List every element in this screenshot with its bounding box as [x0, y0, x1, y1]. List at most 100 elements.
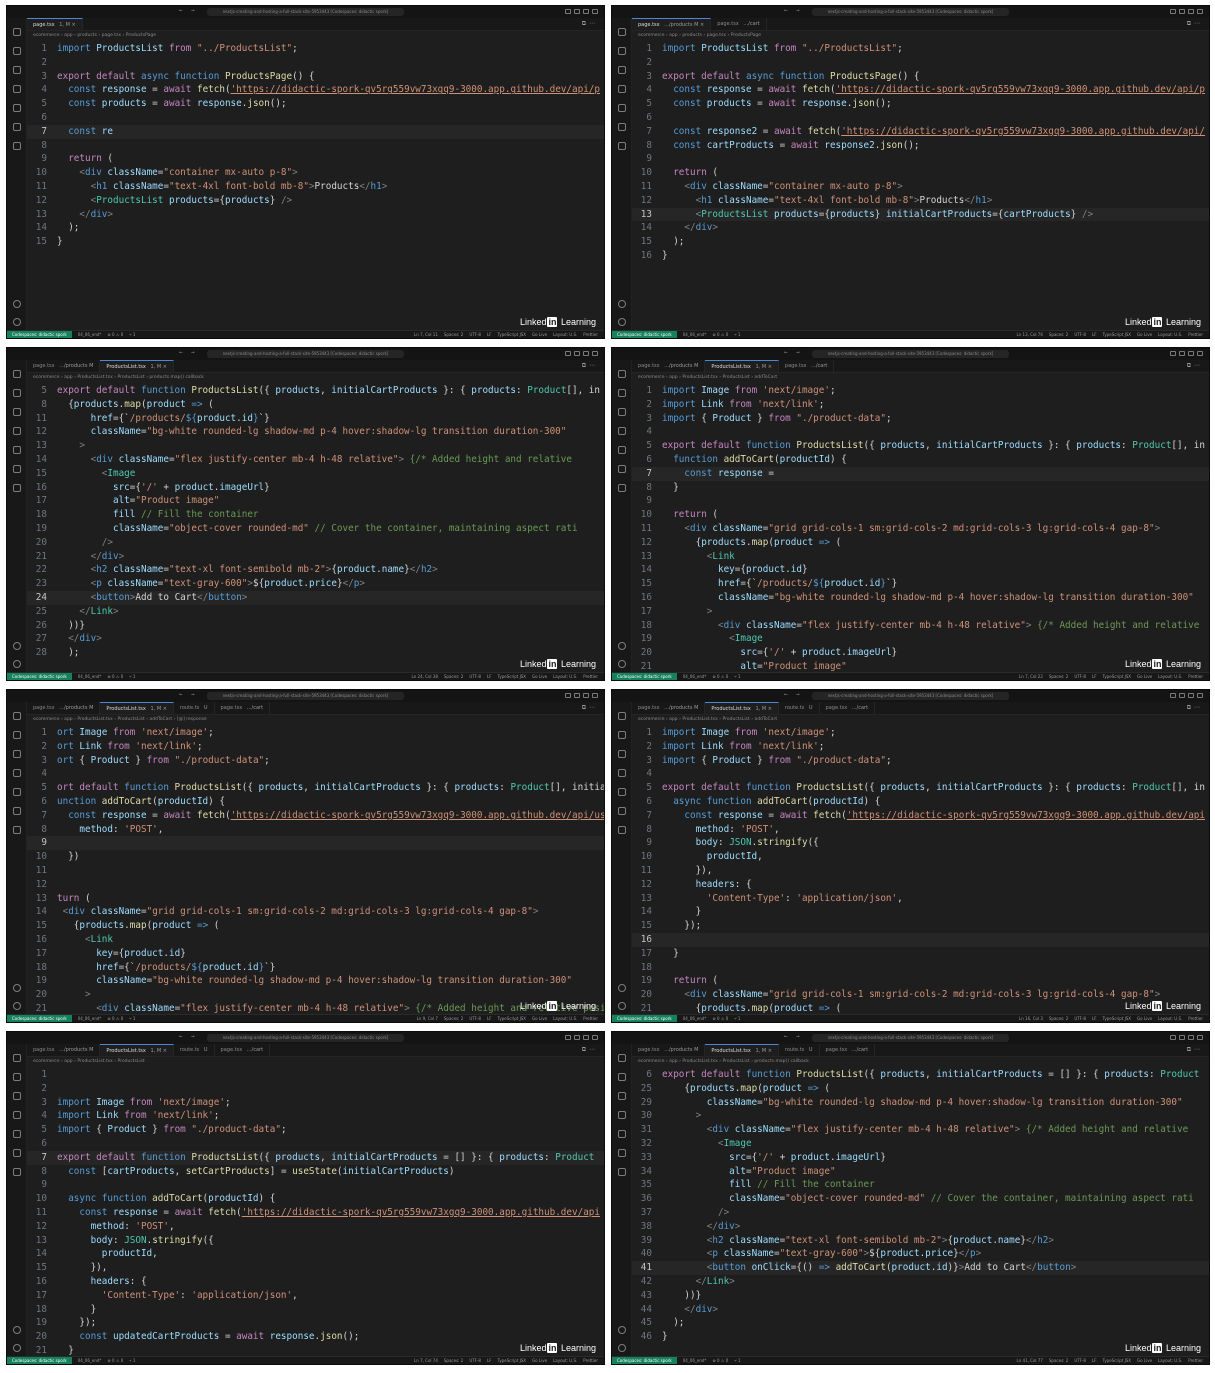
line-ending[interactable]: LF	[487, 1357, 492, 1364]
code-line[interactable]: 1 import ProductsList from "../ProductsLi…	[27, 42, 604, 56]
line-ending[interactable]: LF	[1092, 1357, 1097, 1364]
forward-arrow-icon[interactable]: →	[796, 7, 800, 14]
code-line[interactable]: 2 import Link from 'next/link';	[632, 398, 1209, 412]
code-line[interactable]: 12	[27, 878, 604, 892]
code-line[interactable]: 3 export default async function ProductsP…	[632, 70, 1209, 84]
indentation[interactable]: Spaces: 2	[444, 1357, 463, 1364]
settings-gear-icon[interactable]	[618, 1344, 626, 1352]
code-line[interactable]: 12 className="bg-white rounded-lg shadow…	[27, 425, 604, 439]
split-editor-icon[interactable]: ⧉	[1187, 20, 1194, 27]
ports-indicator[interactable]: ⑂ 1	[734, 673, 740, 680]
tab-status[interactable]: U	[809, 1047, 813, 1053]
code-line[interactable]: 3 import Image from 'next/image';	[27, 1096, 604, 1110]
code-line[interactable]: 5 import { Product } from "./product-data…	[27, 1123, 604, 1137]
back-arrow-icon[interactable]: ←	[784, 7, 788, 14]
code-line[interactable]: 29 className="bg-white rounded-lg shadow…	[632, 1096, 1209, 1110]
tab-status[interactable]: .../cart	[852, 1047, 868, 1053]
code-line[interactable]: 3 import { Product } from "./product-data…	[632, 754, 1209, 768]
code-line[interactable]: 20 <div className="grid grid-cols-1 sm:g…	[632, 988, 1209, 1002]
toggle-secondary-sidebar-icon[interactable]	[1179, 351, 1185, 356]
editor-tab[interactable]: page.tsx .../cart	[820, 1044, 876, 1056]
remote-explorer-icon[interactable]	[13, 123, 21, 131]
source-control-icon[interactable]	[13, 408, 21, 416]
branch-indicator[interactable]: 04_06_end*	[683, 673, 707, 680]
indentation[interactable]: Spaces: 2	[444, 1015, 463, 1022]
encoding[interactable]: UTF-8	[1074, 1357, 1086, 1364]
editor-tab[interactable]: ProductsList.tsx 1, M ×	[705, 360, 779, 372]
editor-tab[interactable]: ProductsList.tsx 1, M ×	[100, 702, 174, 714]
code-line[interactable]: 15 <Image	[27, 467, 604, 481]
testing-icon[interactable]	[618, 142, 626, 150]
code-line[interactable]: 14 <div className="grid grid-cols-1 sm:g…	[27, 905, 604, 919]
go-live-button[interactable]: Go Live	[1137, 331, 1152, 338]
code-line[interactable]: 14 productId,	[27, 1247, 604, 1261]
cursor-position[interactable]: Ln 41, Col 77	[1016, 1357, 1042, 1364]
breadcrumb[interactable]: ecommerce › app › products › page.tsx › …	[27, 31, 604, 40]
editor-tab[interactable]: ProductsList.tsx 1, M ×	[100, 360, 174, 372]
source-control-icon[interactable]	[618, 408, 626, 416]
testing-icon[interactable]	[13, 484, 21, 492]
code-line[interactable]: 13 >	[27, 439, 604, 453]
code-editor[interactable]: 1 2 3 import Image from 'next/image'; 4 impor…	[27, 1068, 604, 1355]
code-line[interactable]: 17 'Content-Type': 'application/json',	[27, 1289, 604, 1303]
forward-arrow-icon[interactable]: →	[191, 691, 195, 698]
breadcrumb[interactable]: ecommerce › app › ProductsList.tsx › Pro…	[632, 373, 1209, 382]
code-line[interactable]: 15 href={`/products/${product.id}`}	[632, 577, 1209, 591]
code-line[interactable]: 10 async function addToCart(productId) {	[27, 1192, 604, 1206]
code-line[interactable]: 18 href={`/products/${product.id}`}	[27, 961, 604, 975]
ports-indicator[interactable]: ⑂ 1	[129, 1015, 135, 1022]
code-line[interactable]: 11 <h1 className="text-4xl font-bold mb-…	[27, 180, 604, 194]
accounts-icon[interactable]	[13, 1326, 21, 1334]
ports-indicator[interactable]: ⑂ 1	[129, 673, 135, 680]
remote-indicator[interactable]: Codespaces: didactic spork	[7, 673, 72, 680]
accounts-icon[interactable]	[618, 300, 626, 308]
problems-indicator[interactable]: ⊗ 0 ⚠ 0	[107, 1015, 123, 1022]
code-line[interactable]: 10 })	[27, 850, 604, 864]
tab-status[interactable]: 1, M ×	[59, 22, 75, 28]
code-line[interactable]: 3 ort { Product } from "./product-data";	[27, 754, 604, 768]
source-control-icon[interactable]	[618, 66, 626, 74]
more-actions-icon[interactable]: ⋯	[1194, 20, 1203, 27]
remote-indicator[interactable]: Codespaces: didactic spork	[612, 1357, 677, 1364]
language-mode[interactable]: TypeScript JSX	[1103, 331, 1132, 338]
window-title[interactable]: nextjs-creating-and-hosting-a-full-stack…	[812, 1034, 1009, 1042]
tab-status[interactable]: .../cart	[743, 21, 759, 27]
code-line[interactable]: 18 }	[27, 1303, 604, 1317]
remote-indicator[interactable]: Codespaces: didactic spork	[612, 673, 677, 680]
extensions-icon[interactable]	[618, 104, 626, 112]
prettier-status[interactable]: Prettier	[1188, 673, 1203, 680]
code-editor[interactable]: 1 import ProductsList from "../ProductsLi…	[632, 42, 1209, 329]
toggle-sidebar-icon[interactable]	[1197, 9, 1203, 14]
settings-gear-icon[interactable]	[618, 1002, 626, 1010]
window-title[interactable]: nextjs-creating-and-hosting-a-full-stack…	[812, 692, 1009, 700]
toggle-sidebar-icon[interactable]	[592, 351, 598, 356]
code-line[interactable]: 7 const response =	[632, 466, 1209, 481]
tab-status[interactable]: .../products M ×	[664, 22, 704, 28]
more-actions-icon[interactable]: ⋯	[589, 1046, 598, 1053]
indentation[interactable]: Spaces: 2	[1049, 1357, 1068, 1364]
code-line[interactable]: 46}	[632, 1330, 1209, 1344]
code-line[interactable]: 14 <div className="flex justify-center m…	[27, 453, 604, 467]
problems-indicator[interactable]: ⊗ 0 ⚠ 0	[107, 673, 123, 680]
code-line[interactable]: 12 <ProductsList products={products} />	[27, 194, 604, 208]
code-line[interactable]: 13 body: JSON.stringify({	[27, 1234, 604, 1248]
indentation[interactable]: Spaces: 2	[444, 331, 463, 338]
back-arrow-icon[interactable]: ←	[784, 691, 788, 698]
editor-tab[interactable]: page.tsx .../products M	[632, 702, 706, 714]
editor-tab[interactable]: page.tsx .../products M	[27, 1044, 101, 1056]
code-line[interactable]: 25 </Link>	[27, 605, 604, 619]
ports-indicator[interactable]: ⑂ 1	[734, 1015, 740, 1022]
code-line[interactable]: 13 <Link	[632, 550, 1209, 564]
toggle-panel-icon[interactable]	[1188, 9, 1194, 14]
tab-status[interactable]: 1, M ×	[755, 1048, 771, 1054]
editor-tab[interactable]: page.tsx .../products M	[27, 360, 101, 372]
run-debug-icon[interactable]	[13, 427, 21, 435]
code-line[interactable]: 44 </div>	[632, 1303, 1209, 1317]
toggle-secondary-sidebar-icon[interactable]	[1179, 1035, 1185, 1040]
more-actions-icon[interactable]: ⋯	[589, 20, 598, 27]
encoding[interactable]: UTF-8	[1074, 673, 1086, 680]
problems-indicator[interactable]: ⊗ 0 ⚠ 0	[107, 331, 123, 338]
source-control-icon[interactable]	[13, 750, 21, 758]
code-line[interactable]: 4 const response = await fetch('https://…	[632, 83, 1209, 97]
code-line[interactable]: 10 return (	[632, 508, 1209, 522]
